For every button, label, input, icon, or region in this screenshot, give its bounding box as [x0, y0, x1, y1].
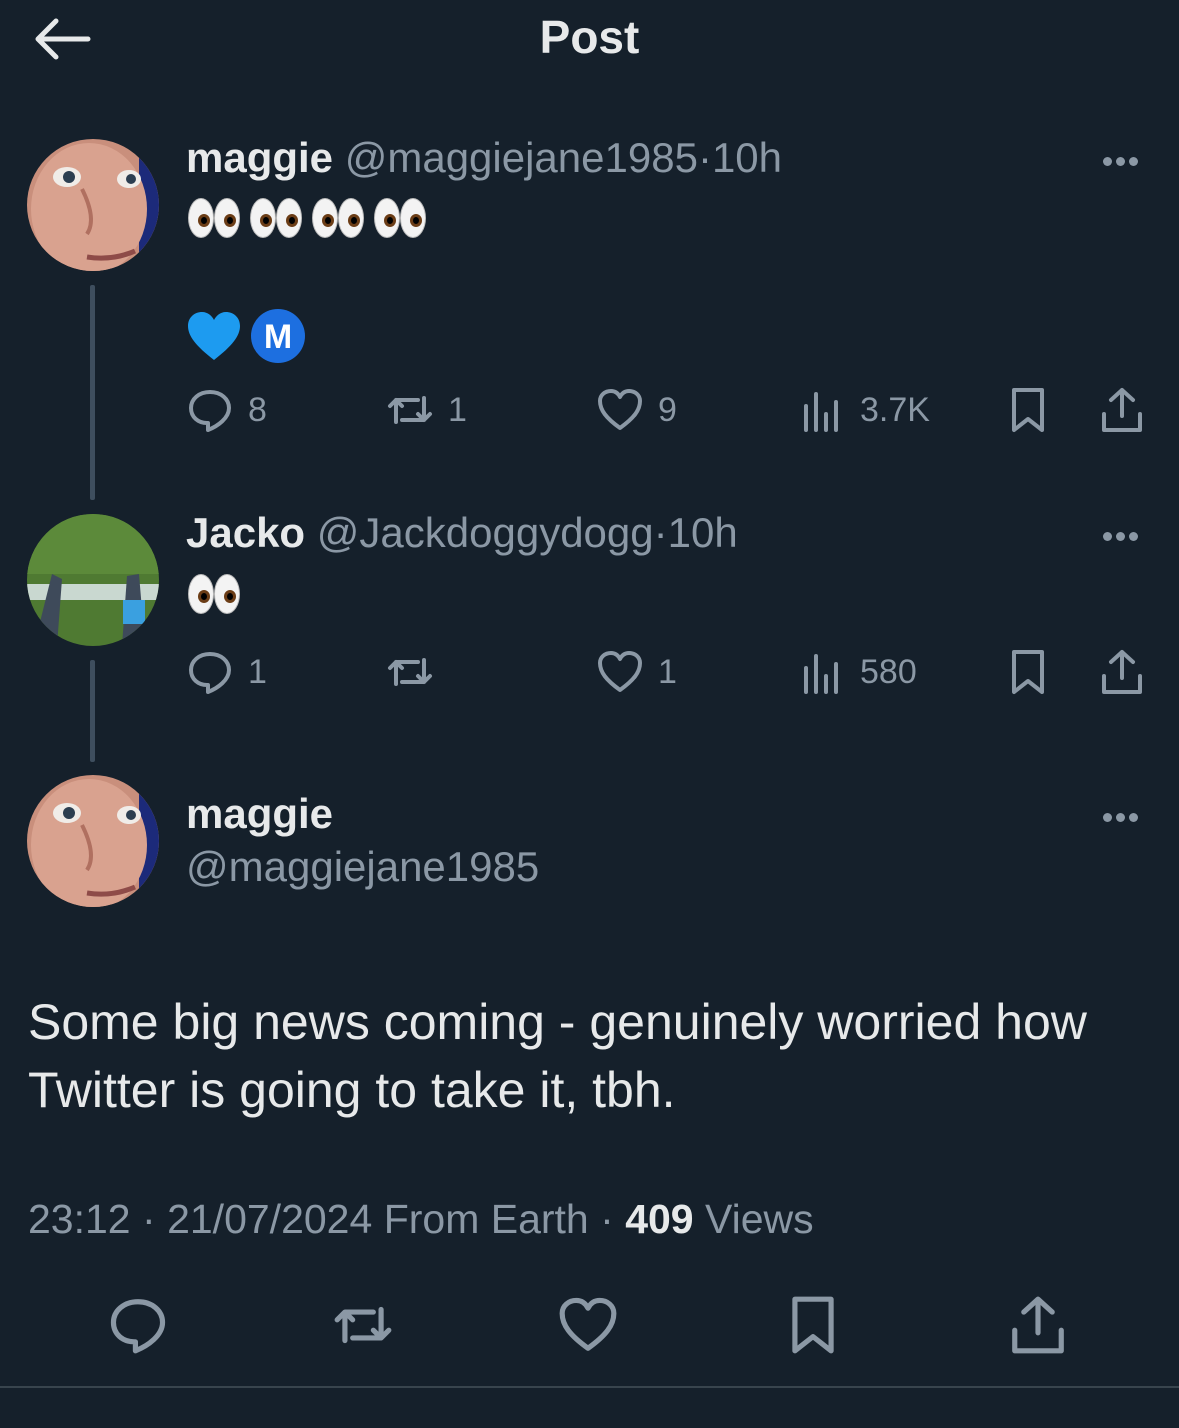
tweet-header: Jacko @Jackdoggydogg·10h [186, 509, 738, 557]
user-handle[interactable]: @maggiejane1985 [186, 843, 539, 890]
share-upload-icon [1012, 1296, 1064, 1354]
avatar[interactable] [27, 139, 159, 271]
bar-chart-icon [804, 392, 838, 432]
heart-icon [598, 389, 642, 430]
reply-count: 8 [248, 390, 267, 429]
post-time[interactable]: 23:12 [28, 1196, 131, 1242]
reply-bubble-icon [189, 390, 231, 432]
user-handle[interactable]: @maggiejane1985 [345, 134, 698, 181]
heart-icon [559, 1297, 617, 1351]
reply-bubble-icon [110, 1299, 166, 1354]
thread-connector-line [90, 660, 95, 762]
tweet-actions: 8 1 9 3.7K [186, 380, 1146, 440]
reply-button[interactable] [103, 1290, 173, 1360]
like-button[interactable]: 1 [596, 642, 677, 702]
bar-chart-icon [804, 654, 838, 694]
circled-m-emoji: M [251, 309, 306, 363]
page-title: Post [539, 11, 640, 63]
bookmark-button[interactable] [1004, 380, 1052, 440]
view-count: 580 [860, 652, 917, 691]
tweet-emoji-line [186, 196, 434, 240]
blue-heart-emoji [188, 312, 240, 360]
retweet-button[interactable] [328, 1290, 398, 1360]
tweet-header: maggie @maggiejane1985·10h [186, 134, 782, 182]
eyes-emoji [186, 572, 240, 616]
separator-dot: · [653, 509, 668, 556]
main-post-name[interactable]: maggie [186, 790, 333, 838]
separator-dot: · [600, 1196, 614, 1242]
top-bar: Post [0, 0, 1179, 80]
bookmark-icon [1012, 388, 1044, 432]
section-divider [0, 1386, 1179, 1388]
post-metadata: 23:12 · 21/07/2024 From Earth · 409 View… [28, 1196, 814, 1243]
views-label[interactable]: Views [705, 1196, 814, 1242]
svg-text:M: M [264, 318, 292, 356]
thread-connector-line [90, 285, 95, 500]
share-upload-icon [1102, 650, 1142, 694]
retweet-icon [334, 1306, 392, 1344]
separator-dot: · [142, 1196, 156, 1242]
more-horizontal-icon[interactable] [1103, 528, 1147, 542]
tweet-emoji-line-2: M [186, 308, 306, 364]
eyes-emoji [372, 196, 426, 240]
tweet-emoji-line [186, 572, 248, 616]
post-action-bar [0, 1290, 1179, 1360]
display-name[interactable]: Jacko [186, 509, 305, 556]
reply-bubble-icon [189, 652, 231, 694]
eyes-emoji [186, 196, 240, 240]
retweet-icon [388, 658, 432, 686]
reply-button[interactable]: 8 [186, 380, 267, 440]
like-count: 1 [658, 652, 677, 691]
user-handle[interactable]: @Jackdoggydogg [317, 509, 654, 556]
bookmark-button[interactable] [1004, 642, 1052, 702]
post-date[interactable]: 21/07/2024 [167, 1196, 372, 1242]
eyes-emoji [248, 196, 302, 240]
timestamp[interactable]: 10h [668, 509, 738, 556]
share-button[interactable] [1098, 642, 1146, 702]
retweet-button[interactable]: 1 [386, 380, 467, 440]
display-name[interactable]: maggie [186, 134, 333, 181]
views-button[interactable]: 3.7K [798, 380, 930, 440]
share-button[interactable] [1098, 380, 1146, 440]
retweet-count: 1 [448, 390, 467, 429]
post-text: Some big news coming - genuinely worried… [28, 994, 1087, 1118]
bookmark-icon [792, 1296, 834, 1354]
avatar[interactable] [27, 775, 159, 907]
display-name[interactable]: maggie [186, 790, 333, 837]
like-count: 9 [658, 390, 677, 429]
views-count[interactable]: 409 [625, 1196, 693, 1242]
tweet-actions: 1 1 580 [186, 642, 1146, 702]
avatar[interactable] [27, 514, 159, 646]
separator-dot: · [697, 134, 712, 181]
heart-icon [598, 651, 642, 692]
post-source: From Earth [383, 1196, 589, 1242]
like-button[interactable]: 9 [596, 380, 677, 440]
share-button[interactable] [1003, 1290, 1073, 1360]
views-button[interactable]: 580 [798, 642, 917, 702]
retweet-icon [388, 396, 432, 424]
like-button[interactable] [553, 1290, 623, 1360]
timestamp[interactable]: 10h [712, 134, 782, 181]
retweet-button[interactable] [386, 642, 448, 702]
more-horizontal-icon[interactable] [1103, 809, 1147, 823]
more-horizontal-icon[interactable] [1103, 153, 1147, 167]
eyes-emoji [310, 196, 364, 240]
main-post-handle[interactable]: @maggiejane1985 [186, 843, 539, 891]
view-count: 3.7K [860, 390, 930, 429]
bookmark-button[interactable] [778, 1290, 848, 1360]
reply-button[interactable]: 1 [186, 642, 267, 702]
reply-count: 1 [248, 652, 267, 691]
share-upload-icon [1102, 388, 1142, 432]
bookmark-icon [1012, 650, 1044, 694]
